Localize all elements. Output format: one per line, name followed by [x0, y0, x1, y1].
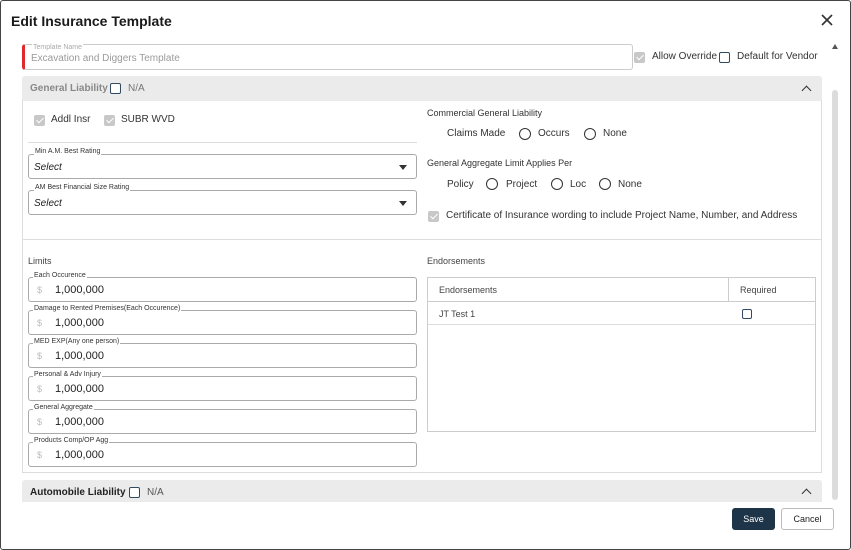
- cgl-none-radio[interactable]: [584, 128, 596, 140]
- min-am-best-select[interactable]: Min A.M. Best Rating Select: [28, 148, 417, 179]
- aggregate-loc-label: Loc: [570, 179, 587, 190]
- required-checkbox[interactable]: [742, 309, 752, 319]
- caret-down-icon: [399, 165, 407, 170]
- limit-label: Damage to Rented Premises(Each Occurence…: [33, 305, 182, 312]
- scroll-up-icon[interactable]: [832, 44, 838, 49]
- am-best-size-value: Select: [34, 198, 62, 209]
- aggregate-loc-radio[interactable]: [551, 178, 563, 190]
- endorsements-title: Endorsements: [427, 256, 486, 266]
- default-vendor-checkbox[interactable]: [719, 52, 730, 63]
- dollar-icon: $: [37, 384, 43, 394]
- dollar-icon: $: [37, 285, 43, 295]
- chevron-up-icon[interactable]: [801, 488, 812, 499]
- dollar-icon: $: [37, 351, 43, 361]
- am-best-size-label: AM Best Financial Size Rating: [34, 184, 131, 191]
- scrollbar[interactable]: [831, 42, 840, 500]
- general-liability-na-label: N/A: [128, 83, 145, 94]
- limit-value[interactable]: 1,000,000: [55, 449, 104, 461]
- limit-value[interactable]: 1,000,000: [55, 350, 104, 362]
- divider: [28, 142, 417, 143]
- limit-each-occurence-field[interactable]: Each Occurence $ 1,000,000: [28, 272, 417, 302]
- addl-insr-checkbox[interactable]: [34, 115, 45, 126]
- automobile-liability-na-label: N/A: [147, 487, 164, 498]
- caret-down-icon: [399, 201, 407, 206]
- template-name-label: Template Name: [32, 44, 84, 51]
- table-header-endorsements: Endorsements: [439, 285, 498, 295]
- am-best-size-select[interactable]: AM Best Financial Size Rating Select: [28, 184, 417, 215]
- limit-label: Each Occurence: [33, 272, 87, 279]
- aggregate-title: General Aggregate Limit Applies Per: [427, 158, 573, 168]
- limit-value[interactable]: 1,000,000: [55, 416, 104, 428]
- cgl-none-label: None: [603, 128, 627, 139]
- table-header: Endorsements Required: [428, 278, 815, 302]
- save-button[interactable]: Save: [732, 508, 775, 530]
- automobile-liability-title: Automobile Liability: [30, 487, 126, 498]
- allow-override-label: Allow Override: [652, 51, 718, 62]
- aggregate-project-radio[interactable]: [486, 178, 498, 190]
- addl-insr-label: Addl Insr: [51, 114, 91, 125]
- scroll-thumb[interactable]: [832, 90, 838, 500]
- limit-label: General Aggregate: [33, 404, 94, 411]
- subr-wvd-checkbox[interactable]: [104, 115, 115, 126]
- automobile-liability-header[interactable]: Automobile Liability: [22, 480, 822, 502]
- certificate-checkbox[interactable]: [428, 211, 439, 222]
- min-am-best-value: Select: [34, 162, 62, 173]
- table-header-required: Required: [740, 285, 777, 295]
- automobile-liability-na-checkbox[interactable]: [129, 487, 140, 498]
- limit-med-exp-field[interactable]: MED EXP(Any one person) $ 1,000,000: [28, 338, 417, 368]
- aggregate-project-label: Project: [506, 179, 538, 190]
- dialog-title: Edit Insurance Template: [11, 13, 172, 29]
- limits-title: Limits: [28, 256, 52, 266]
- subr-wvd-label: SUBR WVD: [121, 114, 175, 125]
- endorsement-name: JT Test 1: [439, 309, 476, 319]
- cancel-button[interactable]: Cancel: [781, 508, 834, 530]
- table-row: JT Test 1: [428, 302, 815, 325]
- template-name-field[interactable]: Template Name Excavation and Diggers Tem…: [22, 44, 633, 70]
- cgl-claims-made-label: Claims Made: [447, 128, 506, 139]
- aggregate-none-label: None: [618, 179, 642, 190]
- general-liability-title: General Liability: [30, 83, 108, 94]
- limit-damage-rented-field[interactable]: Damage to Rented Premises(Each Occurence…: [28, 305, 417, 335]
- limit-products-comp-field[interactable]: Products Comp/OP Agg $ 1,000,000: [28, 437, 417, 467]
- limit-label: Personal & Adv Injury: [33, 371, 102, 378]
- limit-label: MED EXP(Any one person): [33, 338, 121, 345]
- close-icon[interactable]: [819, 12, 835, 28]
- limit-label: Products Comp/OP Agg: [33, 437, 110, 444]
- cgl-occurs-radio[interactable]: [519, 128, 531, 140]
- allow-override-checkbox[interactable]: [634, 52, 645, 63]
- divider: [23, 239, 821, 240]
- cgl-title: Commercial General Liability: [427, 108, 543, 118]
- general-liability-na-checkbox[interactable]: [110, 83, 121, 94]
- endorsements-table: Endorsements Required JT Test 1: [427, 277, 816, 432]
- cgl-occurs-label: Occurs: [538, 128, 570, 139]
- min-am-best-label: Min A.M. Best Rating: [34, 148, 102, 155]
- template-name-value[interactable]: Excavation and Diggers Template: [31, 53, 180, 64]
- aggregate-policy-label: Policy: [447, 179, 474, 190]
- column-divider: [728, 278, 729, 302]
- default-vendor-label: Default for Vendor: [737, 51, 818, 62]
- limit-value[interactable]: 1,000,000: [55, 383, 104, 395]
- certificate-label: Certificate of Insurance wording to incl…: [446, 210, 798, 221]
- chevron-up-icon[interactable]: [801, 85, 812, 96]
- dollar-icon: $: [37, 318, 43, 328]
- limit-general-aggregate-field[interactable]: General Aggregate $ 1,000,000: [28, 404, 417, 434]
- dollar-icon: $: [37, 417, 43, 427]
- limit-value[interactable]: 1,000,000: [55, 317, 104, 329]
- limit-personal-adv-field[interactable]: Personal & Adv Injury $ 1,000,000: [28, 371, 417, 401]
- dollar-icon: $: [37, 450, 43, 460]
- limit-value[interactable]: 1,000,000: [55, 284, 104, 296]
- aggregate-none-radio[interactable]: [599, 178, 611, 190]
